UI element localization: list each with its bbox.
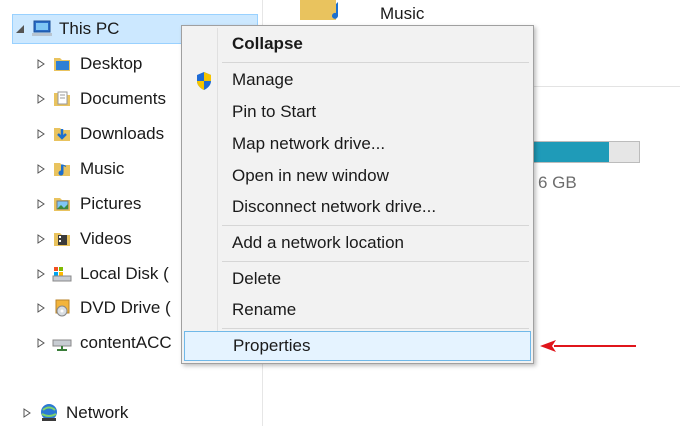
nav-item-network[interactable]: Network — [20, 398, 128, 428]
dvd-drive-icon — [52, 298, 72, 318]
menu-separator — [222, 62, 529, 63]
menu-item-open-in-new-window[interactable]: Open in new window — [184, 161, 531, 191]
collapsed-chevron-icon[interactable] — [34, 57, 48, 71]
menu-separator — [222, 328, 529, 329]
drive-usage-bar — [532, 141, 640, 163]
nav-item-local-disk[interactable]: Local Disk ( — [34, 259, 169, 289]
menu-item-label: Pin to Start — [232, 102, 317, 121]
menu-item-label: Properties — [233, 336, 311, 355]
collapsed-chevron-icon[interactable] — [34, 301, 48, 315]
menu-item-label: Delete — [232, 269, 282, 288]
menu-item-label: Collapse — [232, 34, 303, 53]
nav-item-network-drive[interactable]: contentACC — [34, 328, 172, 358]
collapsed-chevron-icon[interactable] — [34, 336, 48, 350]
nav-label: Videos — [80, 229, 132, 248]
nav-item-videos[interactable]: Videos — [34, 224, 132, 254]
nav-label: Music — [80, 159, 125, 178]
nav-label: Documents — [80, 89, 166, 108]
collapsed-chevron-icon[interactable] — [34, 232, 48, 246]
menu-item-map-network-drive[interactable]: Map network drive... — [184, 129, 531, 159]
menu-item-delete[interactable]: Delete — [184, 264, 531, 294]
drive-usage-fill — [533, 142, 610, 162]
menu-item-rename[interactable]: Rename — [184, 295, 531, 325]
nav-label: This PC — [59, 19, 120, 38]
menu-item-label: Map network drive... — [232, 134, 386, 153]
documents-folder-icon — [52, 89, 72, 109]
nav-item-downloads[interactable]: Downloads — [34, 119, 164, 149]
menu-item-label: Rename — [232, 300, 297, 319]
desktop-folder-icon — [52, 54, 72, 74]
nav-label: Downloads — [80, 124, 165, 143]
pictures-folder-icon — [52, 194, 72, 214]
uac-shield-icon — [194, 71, 214, 91]
menu-separator — [222, 261, 529, 262]
nav-item-music[interactable]: Music — [34, 154, 124, 184]
context-menu: Collapse Manage Pin to Start Map network… — [181, 25, 534, 364]
menu-item-properties[interactable]: Properties — [184, 331, 531, 361]
nav-item-desktop[interactable]: Desktop — [34, 49, 142, 79]
nav-label: Desktop — [80, 54, 143, 73]
nav-item-documents[interactable]: Documents — [34, 84, 166, 114]
expanded-chevron-icon[interactable] — [13, 22, 27, 36]
nav-item-dvd-drive[interactable]: DVD Drive ( — [34, 293, 171, 323]
content-divider — [532, 86, 680, 87]
music-folder-icon[interactable] — [300, 0, 360, 22]
network-drive-icon — [52, 333, 72, 353]
this-pc-icon — [31, 19, 52, 39]
nav-label: Local Disk ( — [80, 264, 169, 283]
collapsed-chevron-icon[interactable] — [34, 92, 48, 106]
menu-item-disconnect-network-drive[interactable]: Disconnect network drive... — [184, 192, 531, 222]
menu-item-collapse[interactable]: Collapse — [184, 29, 531, 59]
menu-separator — [222, 225, 529, 226]
nav-label: Pictures — [80, 194, 142, 213]
nav-label: Network — [66, 403, 129, 422]
menu-item-label: Open in new window — [232, 166, 389, 185]
menu-item-label: Add a network location — [232, 233, 404, 252]
collapsed-chevron-icon[interactable] — [34, 267, 48, 281]
menu-item-manage[interactable]: Manage — [184, 65, 531, 95]
music-tile-label: Music — [380, 4, 425, 23]
nav-item-pictures[interactable]: Pictures — [34, 189, 141, 219]
music-folder-icon — [52, 159, 72, 179]
collapsed-chevron-icon[interactable] — [34, 162, 48, 176]
menu-item-label: Disconnect network drive... — [232, 197, 437, 216]
local-disk-icon — [52, 264, 72, 284]
nav-label: contentACC — [80, 333, 172, 352]
menu-item-label: Manage — [232, 70, 294, 89]
annotation-arrow-icon — [540, 340, 636, 352]
videos-folder-icon — [52, 229, 72, 249]
collapsed-chevron-icon[interactable] — [34, 197, 48, 211]
menu-item-pin-to-start[interactable]: Pin to Start — [184, 97, 531, 127]
downloads-folder-icon — [52, 124, 72, 144]
collapsed-chevron-icon[interactable] — [34, 127, 48, 141]
nav-label: DVD Drive ( — [80, 298, 171, 317]
drive-free-space-text: 6 GB — [538, 173, 577, 192]
collapsed-chevron-icon[interactable] — [20, 406, 34, 420]
menu-item-add-network-location[interactable]: Add a network location — [184, 228, 531, 258]
network-icon — [38, 403, 58, 423]
